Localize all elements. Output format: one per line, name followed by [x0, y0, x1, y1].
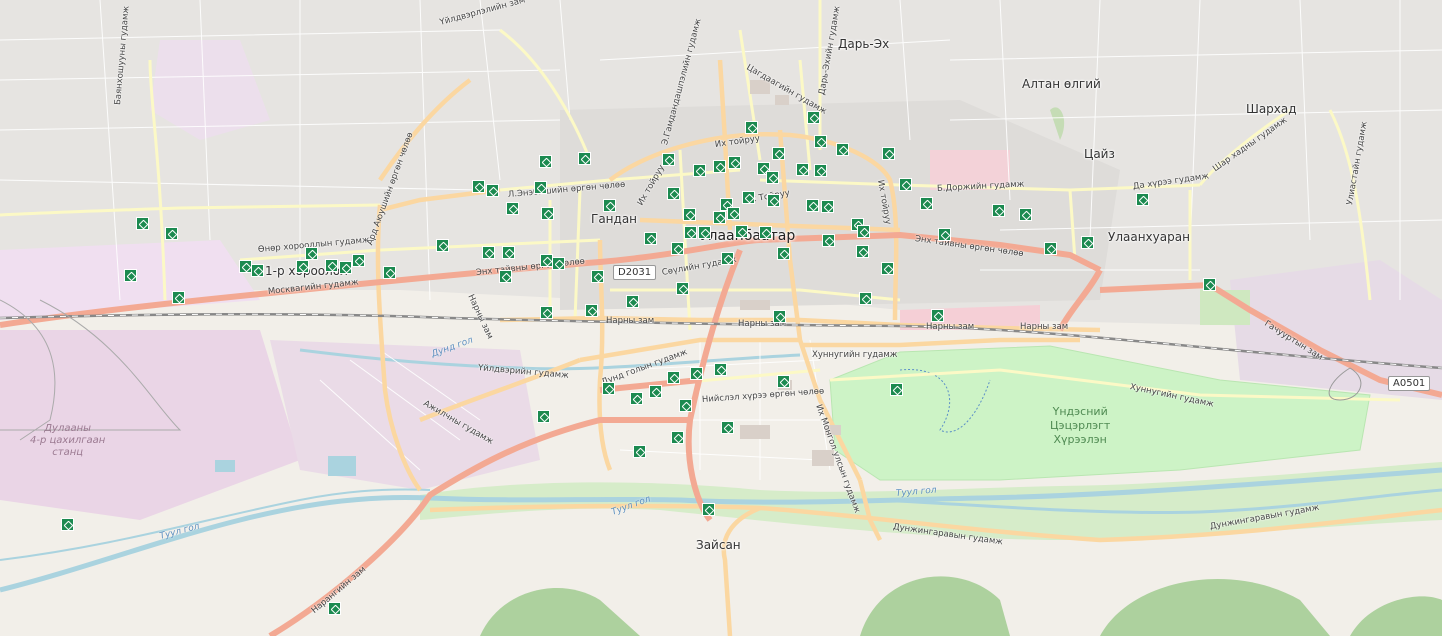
bus-station-icon[interactable] [136, 217, 149, 230]
bus-station-icon[interactable] [676, 282, 689, 295]
bus-station-icon[interactable] [251, 264, 264, 277]
bus-station-icon[interactable] [352, 254, 365, 267]
bus-station-icon[interactable] [684, 226, 697, 239]
bus-station-icon[interactable] [767, 194, 780, 207]
bus-station-icon[interactable] [836, 143, 849, 156]
bus-station-icon[interactable] [698, 226, 711, 239]
bus-station-icon[interactable] [1019, 208, 1032, 221]
bus-station-icon[interactable] [920, 197, 933, 210]
bus-station-icon[interactable] [172, 291, 185, 304]
bus-station-icon[interactable] [539, 155, 552, 168]
bus-station-icon[interactable] [603, 199, 616, 212]
bus-station-icon[interactable] [486, 184, 499, 197]
bus-station-icon[interactable] [679, 399, 692, 412]
bus-station-icon[interactable] [857, 225, 870, 238]
bus-station-icon[interactable] [721, 421, 734, 434]
bus-station-icon[interactable] [814, 164, 827, 177]
bus-station-icon[interactable] [328, 602, 341, 615]
bus-station-icon[interactable] [821, 200, 834, 213]
bus-station-icon[interactable] [630, 392, 643, 405]
bus-station-icon[interactable] [721, 252, 734, 265]
bus-station-icon[interactable] [662, 153, 675, 166]
bus-station-icon[interactable] [683, 208, 696, 221]
bus-station-icon[interactable] [759, 226, 772, 239]
bus-station-icon[interactable] [578, 152, 591, 165]
bus-station-icon[interactable] [667, 371, 680, 384]
bus-station-icon[interactable] [602, 382, 615, 395]
bus-station-icon[interactable] [882, 147, 895, 160]
bus-station-icon[interactable] [61, 518, 74, 531]
bus-station-icon[interactable] [931, 309, 944, 322]
bus-station-icon[interactable] [534, 181, 547, 194]
bus-station-icon[interactable] [383, 266, 396, 279]
bus-station-icon[interactable] [1136, 193, 1149, 206]
bus-station-icon[interactable] [727, 207, 740, 220]
bus-station-icon[interactable] [859, 292, 872, 305]
bus-station-icon[interactable] [807, 111, 820, 124]
bus-station-icon[interactable] [693, 164, 706, 177]
bus-station-icon[interactable] [296, 260, 309, 273]
bus-station-icon[interactable] [1081, 236, 1094, 249]
bus-station-icon[interactable] [482, 246, 495, 259]
bus-station-icon[interactable] [165, 227, 178, 240]
bus-station-icon[interactable] [671, 242, 684, 255]
bus-station-icon[interactable] [436, 239, 449, 252]
bus-station-icon[interactable] [124, 269, 137, 282]
bus-station-icon[interactable] [339, 261, 352, 274]
bus-station-icon[interactable] [626, 295, 639, 308]
bus-station-icon[interactable] [1044, 242, 1057, 255]
bus-station-icon[interactable] [796, 163, 809, 176]
bus-station-icon[interactable] [644, 232, 657, 245]
bus-station-icon[interactable] [881, 262, 894, 275]
bus-station-icon[interactable] [472, 180, 485, 193]
bus-station-icon[interactable] [777, 247, 790, 260]
bus-station-icon[interactable] [671, 431, 684, 444]
bus-station-icon[interactable] [537, 410, 550, 423]
bus-station-icon[interactable] [766, 171, 779, 184]
bus-station-icon[interactable] [899, 178, 912, 191]
bus-station-icon[interactable] [305, 247, 318, 260]
bus-station-icon[interactable] [992, 204, 1005, 217]
bus-station-icon[interactable] [806, 199, 819, 212]
bus-station-icon[interactable] [239, 260, 252, 273]
bus-station-icon[interactable] [822, 234, 835, 247]
bus-station-icon[interactable] [742, 191, 755, 204]
bus-station-icon[interactable] [667, 187, 680, 200]
bus-station-icon[interactable] [690, 367, 703, 380]
bus-station-icon[interactable] [552, 257, 565, 270]
bus-station-icon[interactable] [714, 363, 727, 376]
bus-station-icon[interactable] [938, 228, 951, 241]
bus-station-icon[interactable] [506, 202, 519, 215]
bus-station-icon[interactable] [777, 375, 790, 388]
bus-station-icon[interactable] [702, 503, 715, 516]
bus-station-icon[interactable] [728, 156, 741, 169]
bus-station-icon[interactable] [735, 225, 748, 238]
bus-station-icon[interactable] [1203, 278, 1216, 291]
road-shield-d2031: D2031 [613, 265, 657, 280]
map-canvas[interactable]: Дарь-Эх Алтан өлгий Шархад Цайз Гандан 1… [0, 0, 1442, 636]
road-shield-a0501: A0501 [1388, 376, 1431, 391]
bus-station-icon[interactable] [856, 245, 869, 258]
bus-station-icon[interactable] [772, 147, 785, 160]
bus-station-icon[interactable] [633, 445, 646, 458]
bus-station-icon[interactable] [773, 310, 786, 323]
bus-station-icon[interactable] [814, 135, 827, 148]
bus-station-icon[interactable] [541, 207, 554, 220]
bus-station-icon[interactable] [890, 383, 903, 396]
bus-station-icon[interactable] [591, 270, 604, 283]
bus-station-icon[interactable] [502, 246, 515, 259]
bus-station-icon[interactable] [649, 385, 662, 398]
bus-station-icon[interactable] [745, 121, 758, 134]
bus-station-icon[interactable] [325, 259, 338, 272]
bus-station-icon[interactable] [713, 160, 726, 173]
map-base-layer [0, 0, 1442, 636]
bus-station-icon[interactable] [540, 306, 553, 319]
bus-station-icon[interactable] [499, 270, 512, 283]
bus-station-icon[interactable] [585, 304, 598, 317]
bus-station-icon[interactable] [713, 211, 726, 224]
